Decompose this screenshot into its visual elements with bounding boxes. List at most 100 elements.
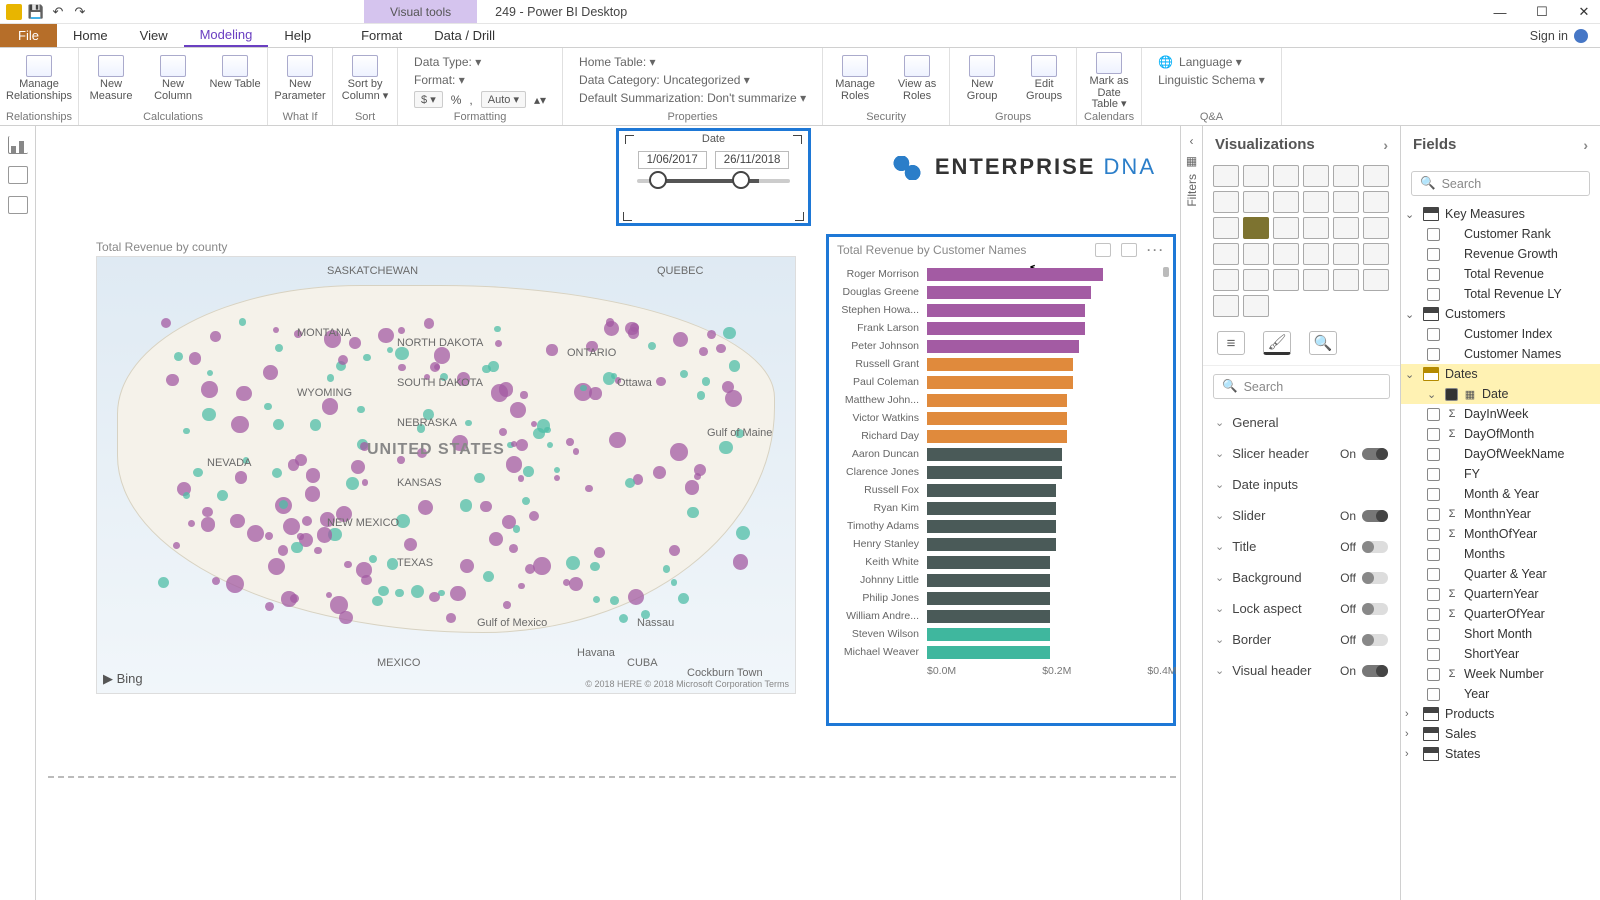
vis-type-icon[interactable] bbox=[1273, 269, 1299, 291]
bar-row[interactable]: Victor Watkins bbox=[835, 409, 1161, 427]
toggle-switch[interactable]: Off bbox=[1340, 540, 1388, 554]
toggle-switch[interactable]: Off bbox=[1340, 571, 1388, 585]
map-bubble[interactable] bbox=[369, 555, 377, 563]
map-bubble[interactable] bbox=[533, 557, 551, 575]
field-checkbox[interactable] bbox=[1427, 588, 1440, 601]
manage-roles-button[interactable]: Manage Roles bbox=[829, 55, 881, 102]
map-bubble[interactable] bbox=[523, 466, 534, 477]
map-bubble[interactable] bbox=[236, 386, 251, 401]
linguistic-schema-dropdown[interactable]: Linguistic Schema ▾ bbox=[1158, 73, 1265, 87]
format-row[interactable]: ⌄General bbox=[1203, 407, 1400, 438]
manage-relationships-button[interactable]: Manage Relationships bbox=[13, 55, 65, 102]
vis-type-icon[interactable] bbox=[1213, 269, 1239, 291]
field-item[interactable]: Customer Index bbox=[1401, 324, 1600, 344]
map-bubble[interactable] bbox=[506, 456, 523, 473]
map-bubble[interactable] bbox=[201, 517, 216, 532]
field-item[interactable]: Customer Rank bbox=[1401, 224, 1600, 244]
field-item[interactable]: ΣQuarternYear bbox=[1401, 584, 1600, 604]
map-bubble[interactable] bbox=[372, 596, 383, 607]
map-bubble[interactable] bbox=[723, 327, 736, 340]
vis-type-icon[interactable] bbox=[1213, 243, 1239, 265]
vis-type-icon[interactable] bbox=[1303, 269, 1329, 291]
field-item[interactable]: ΣMonthnYear bbox=[1401, 504, 1600, 524]
bar-row[interactable]: Frank Larson bbox=[835, 319, 1161, 337]
field-item[interactable]: Customer Names bbox=[1401, 344, 1600, 364]
map-bubble[interactable] bbox=[513, 525, 521, 533]
map-bubble[interactable] bbox=[395, 589, 403, 597]
map-bubble[interactable] bbox=[609, 432, 626, 449]
map-bubble[interactable] bbox=[291, 542, 303, 554]
bar-row[interactable]: Keith White bbox=[835, 553, 1161, 571]
data-category-dropdown[interactable]: Data Category: Uncategorized ▾ bbox=[579, 73, 806, 87]
map-bubble[interactable] bbox=[189, 352, 201, 364]
field-item[interactable]: Year bbox=[1401, 684, 1600, 704]
field-item[interactable]: ΣQuarterOfYear bbox=[1401, 604, 1600, 624]
map-bubble[interactable] bbox=[346, 477, 359, 490]
toggle-switch[interactable]: On bbox=[1340, 509, 1388, 523]
bar-row[interactable]: Timothy Adams bbox=[835, 517, 1161, 535]
map-bubble[interactable] bbox=[344, 561, 352, 569]
map-bubble[interactable] bbox=[529, 511, 539, 521]
map-bubble[interactable] bbox=[503, 601, 510, 608]
map-bubble[interactable] bbox=[566, 556, 580, 570]
field-item[interactable]: ΣWeek Number bbox=[1401, 664, 1600, 684]
map-bubble[interactable] bbox=[544, 427, 550, 433]
map-bubble[interactable] bbox=[310, 419, 321, 430]
currency-button[interactable]: $ ▾ bbox=[414, 91, 443, 108]
slider-handle-end[interactable] bbox=[732, 171, 750, 189]
bar-row[interactable]: Stephen Howa... bbox=[835, 301, 1161, 319]
map-bubble[interactable] bbox=[193, 468, 202, 477]
field-item[interactable]: Months bbox=[1401, 544, 1600, 564]
vis-type-icon[interactable] bbox=[1363, 243, 1389, 265]
field-checkbox[interactable] bbox=[1445, 388, 1458, 401]
field-item[interactable]: Short Month bbox=[1401, 624, 1600, 644]
vis-type-icon[interactable] bbox=[1303, 243, 1329, 265]
vis-type-icon[interactable] bbox=[1213, 191, 1239, 213]
close-icon[interactable]: ✕ bbox=[1574, 4, 1594, 20]
map-bubble[interactable] bbox=[322, 398, 338, 414]
sort-by-column-button[interactable]: Sort by Column ▾ bbox=[339, 55, 391, 102]
map-bubble[interactable] bbox=[247, 525, 264, 542]
vis-type-icon[interactable] bbox=[1213, 217, 1239, 239]
map-visual[interactable]: UNITED STATES SASKATCHEWANQUEBECONTARIOO… bbox=[96, 256, 796, 694]
map-bubble[interactable] bbox=[283, 518, 300, 535]
new-column-button[interactable]: New Column bbox=[147, 55, 199, 102]
field-checkbox[interactable] bbox=[1427, 648, 1440, 661]
bar-row[interactable]: Philip Jones bbox=[835, 589, 1161, 607]
help-icon[interactable] bbox=[1574, 29, 1588, 43]
data-view-icon[interactable] bbox=[8, 166, 28, 184]
tab-home[interactable]: Home bbox=[57, 24, 124, 47]
bar-row[interactable]: Russell Grant bbox=[835, 355, 1161, 373]
map-bubble[interactable] bbox=[264, 403, 271, 410]
bar-row[interactable]: Steven Wilson bbox=[835, 625, 1161, 643]
vis-type-icon[interactable] bbox=[1333, 269, 1359, 291]
format-row[interactable]: ⌄Slicer headerOn bbox=[1203, 438, 1400, 469]
chevron-right-icon[interactable]: › bbox=[1405, 728, 1417, 740]
map-bubble[interactable] bbox=[707, 330, 716, 339]
tab-data-drill[interactable]: Data / Drill bbox=[418, 24, 511, 47]
field-checkbox[interactable] bbox=[1427, 668, 1440, 681]
toggle-switch[interactable]: On bbox=[1340, 664, 1388, 678]
map-bubble[interactable] bbox=[411, 585, 424, 598]
vis-type-icon[interactable] bbox=[1243, 165, 1269, 187]
filters-pane-collapsed[interactable]: ‹ ▦ Filters bbox=[1180, 126, 1202, 900]
map-bubble[interactable] bbox=[610, 596, 619, 605]
map-bubble[interactable] bbox=[281, 591, 296, 606]
map-bubble[interactable] bbox=[263, 365, 278, 380]
bar-row[interactable]: Richard Day bbox=[835, 427, 1161, 445]
map-bubble[interactable] bbox=[573, 448, 579, 454]
undo-icon[interactable]: ↶ bbox=[50, 4, 66, 20]
map-bubble[interactable] bbox=[398, 364, 406, 372]
map-bubble[interactable] bbox=[273, 419, 284, 430]
new-parameter-button[interactable]: New Parameter bbox=[274, 55, 326, 102]
vis-type-icon[interactable] bbox=[1213, 295, 1239, 317]
field-table[interactable]: ⌄Dates bbox=[1401, 364, 1600, 384]
report-view-icon[interactable] bbox=[8, 136, 28, 154]
new-group-button[interactable]: New Group bbox=[956, 55, 1008, 102]
map-bubble[interactable] bbox=[489, 532, 503, 546]
field-item[interactable]: ⌄▦Date bbox=[1401, 384, 1600, 404]
format-row[interactable]: ⌄BackgroundOff bbox=[1203, 562, 1400, 593]
language-dropdown[interactable]: 🌐 Language ▾ bbox=[1158, 55, 1265, 69]
redo-icon[interactable]: ↷ bbox=[72, 4, 88, 20]
vis-type-icon[interactable] bbox=[1363, 165, 1389, 187]
